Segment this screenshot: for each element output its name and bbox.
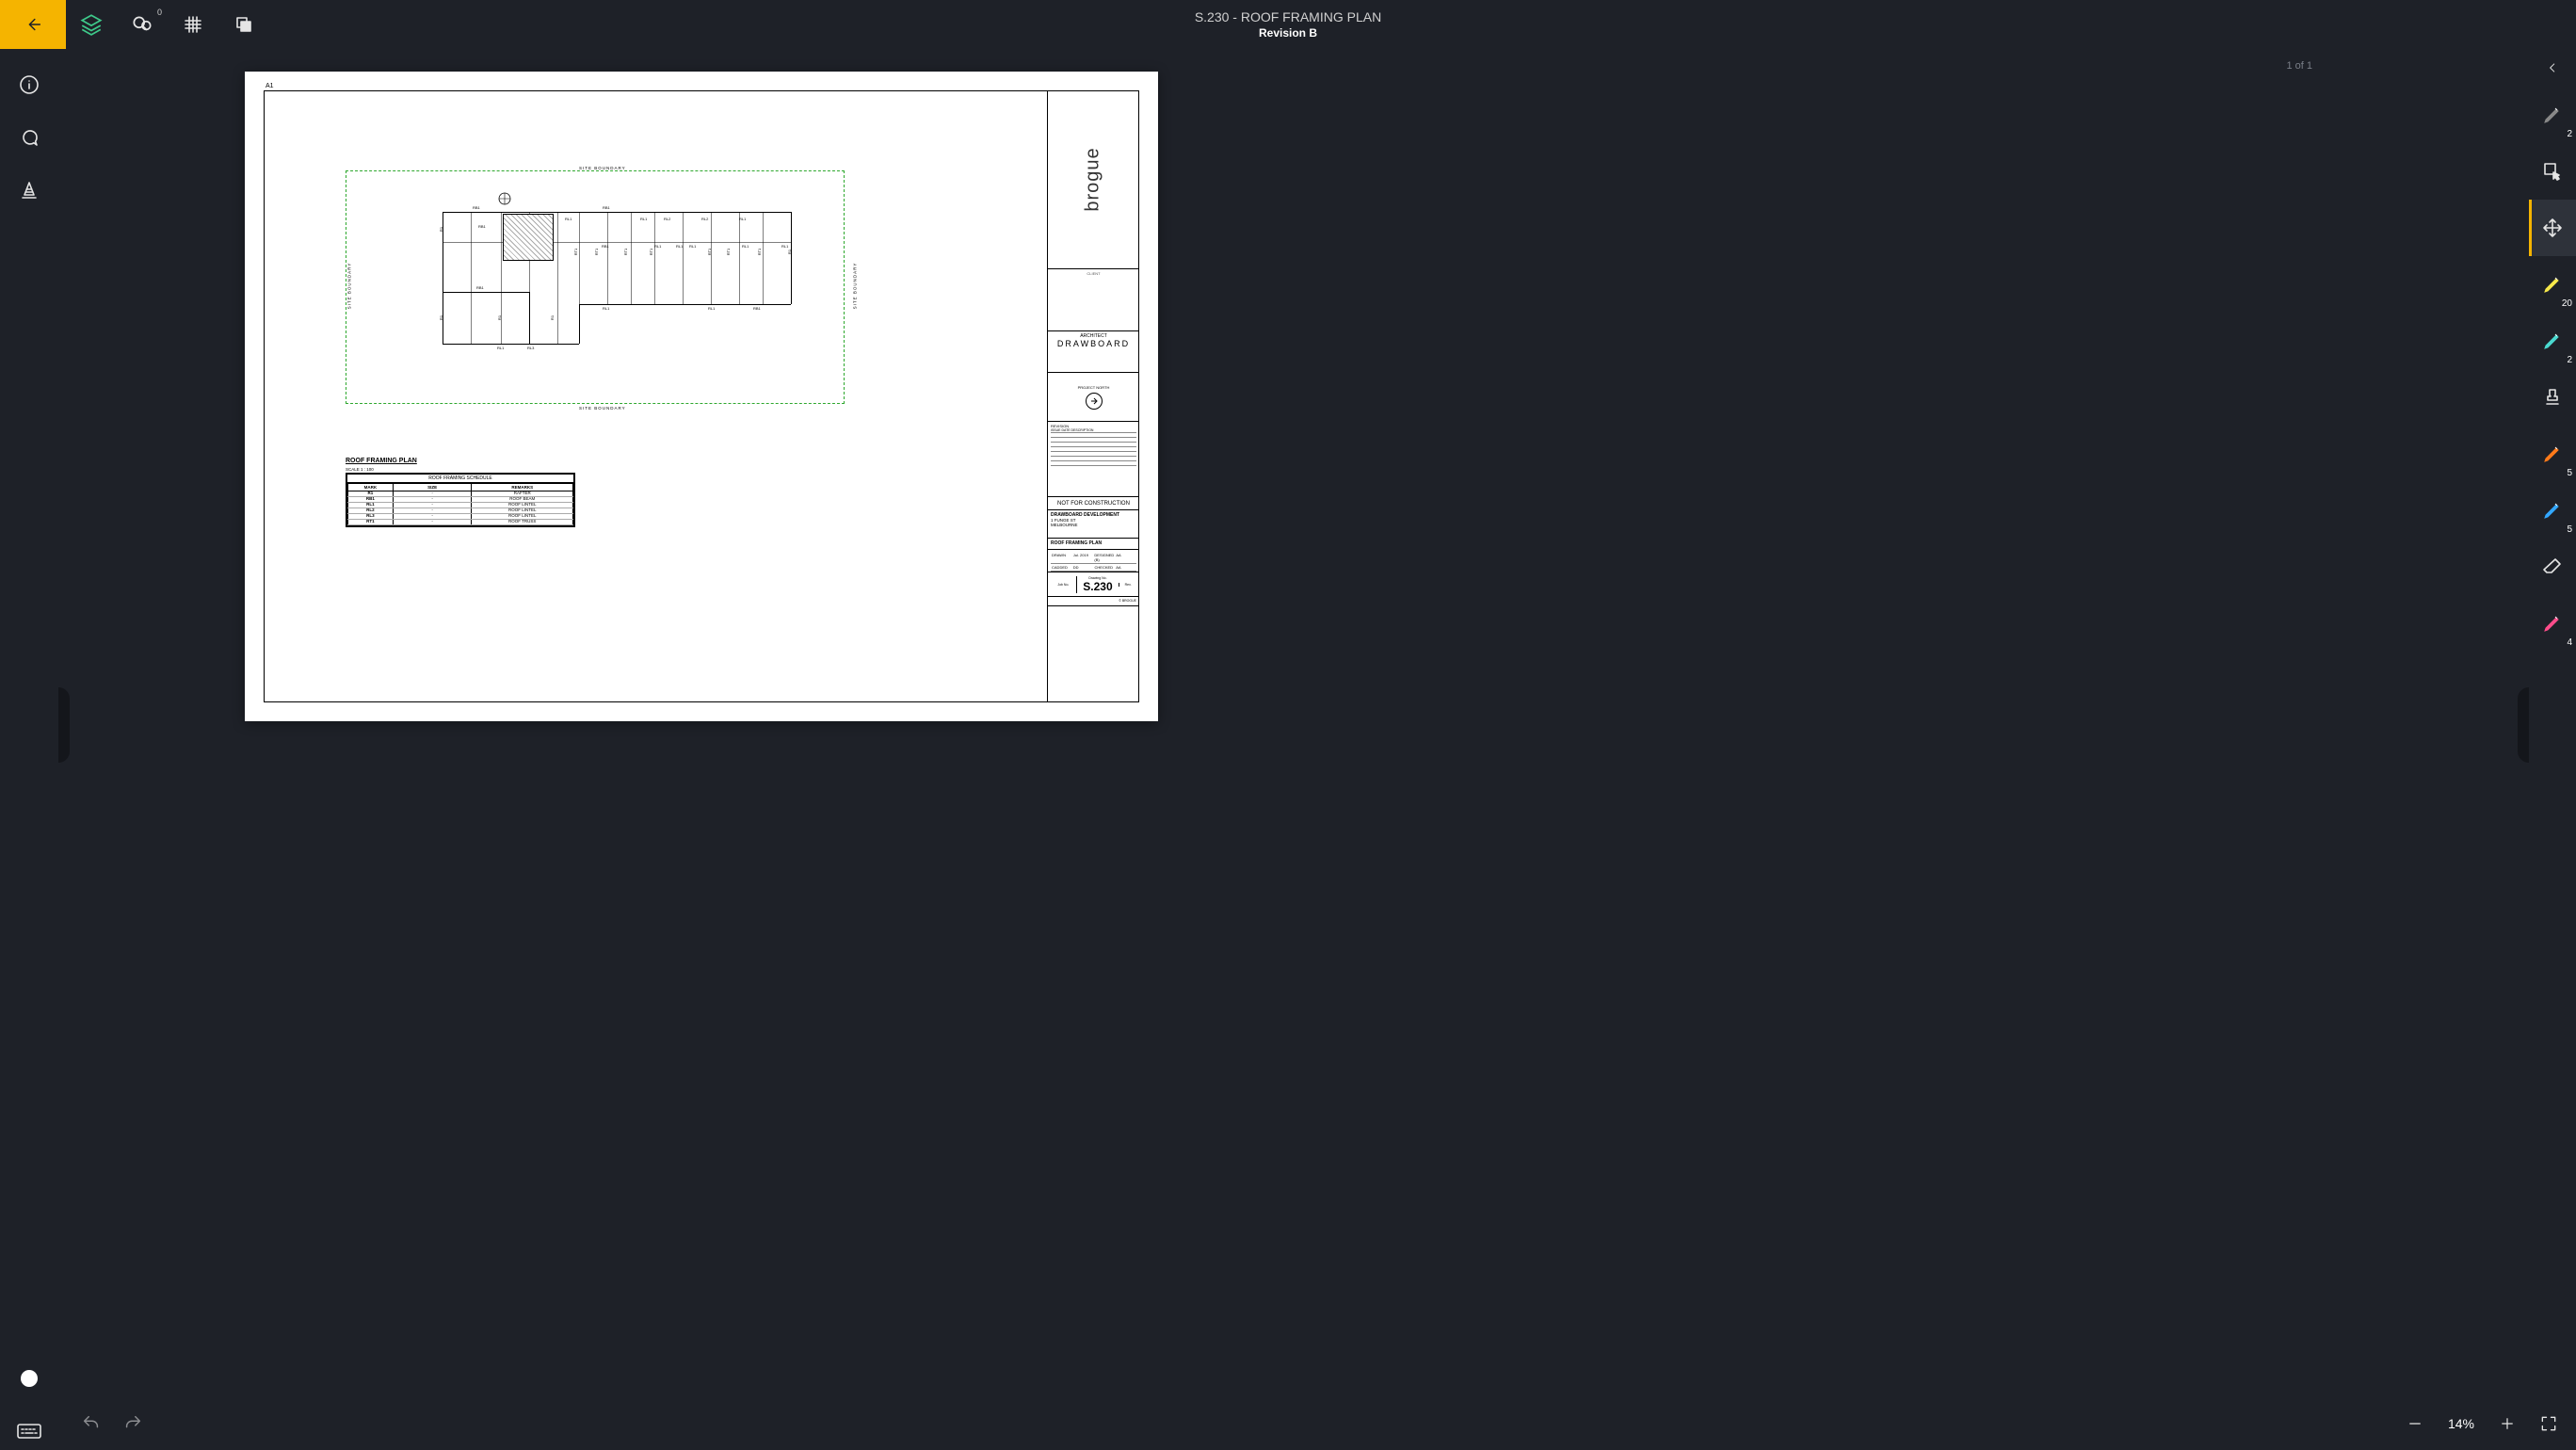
top-toolbar: 0: [66, 0, 269, 49]
table-row: RT1-ROOF TRUSS: [348, 519, 573, 524]
zoom-out-button[interactable]: [2401, 1410, 2429, 1438]
expand-icon: [2539, 1414, 2558, 1433]
dot-icon: [21, 1370, 38, 1387]
undo-button[interactable]: [75, 1408, 107, 1440]
pen-icon: [2541, 612, 2564, 635]
sheet-number: S.230: [1077, 580, 1119, 593]
grid-button[interactable]: [168, 0, 218, 49]
left-rail: [0, 49, 58, 1450]
engineer-logo: brogue: [1083, 147, 1104, 211]
tool-count: 5: [2567, 524, 2572, 535]
cursor-rect-icon: [2541, 160, 2564, 183]
tool-count: 2: [2567, 355, 2572, 365]
left-edge-handle[interactable]: [58, 687, 70, 763]
tool-move[interactable]: [2529, 200, 2576, 256]
pen-icon: [2541, 104, 2564, 126]
keyboard-button[interactable]: [10, 1412, 48, 1450]
tool-count: 5: [2567, 468, 2572, 478]
north-arrow-icon: [1086, 393, 1103, 410]
tool-pen-pink[interactable]: 4: [2529, 595, 2576, 652]
minus-icon: [2407, 1415, 2423, 1432]
keyboard-icon: [17, 1422, 41, 1441]
title-block: brogue CLIENT ARCHITECT DRAWBOARD PROJEC…: [1047, 90, 1139, 702]
pen-icon: [2541, 273, 2564, 296]
back-button[interactable]: [0, 0, 66, 49]
search-issues-button[interactable]: 0: [117, 0, 168, 49]
tool-count: 2: [2567, 129, 2572, 139]
search-bubbles-icon: [130, 12, 154, 37]
stamp-icon: [2541, 386, 2564, 409]
layers-button[interactable]: [66, 0, 117, 49]
plan-scale: SCALE 1 : 100: [346, 467, 374, 472]
titlebar: S.230 - ROOF FRAMING PLAN Revision B: [0, 0, 2576, 49]
move-icon: [2541, 217, 2564, 239]
tool-pen-blue[interactable]: 5: [2529, 482, 2576, 539]
record-button[interactable]: [10, 1360, 48, 1397]
tool-pen-orange[interactable]: 5: [2529, 426, 2576, 482]
fit-screen-button[interactable]: [2535, 1410, 2563, 1438]
sheet-size-tag: A1: [266, 83, 274, 89]
redo-icon: [122, 1413, 143, 1434]
section-callout-icon: [497, 191, 512, 206]
plus-icon: [2499, 1415, 2516, 1432]
roof-plan: RB1 RB1 RL1 RL1 RL2 RL2 RL1 RB1 RB1 RL1 …: [443, 193, 810, 367]
tool-count: 20: [2562, 298, 2572, 309]
pen-icon: [2541, 443, 2564, 465]
comments-button[interactable]: [10, 119, 48, 156]
grid-icon: [182, 13, 204, 36]
pen-icon: [2541, 330, 2564, 352]
pen-icon: [2541, 499, 2564, 522]
overlay-icon: [233, 13, 255, 36]
zoom-bar: 14%: [2401, 1407, 2563, 1441]
undo-icon: [81, 1413, 102, 1434]
document-revision: Revision B: [1259, 26, 1317, 40]
not-for-construction: NOT FOR CONSTRUCTION: [1048, 497, 1139, 510]
drawing-canvas[interactable]: A1 SITE BOUNDARY SITE BOUNDARY SITE BOUN…: [245, 72, 1158, 721]
eraser-icon: [2541, 556, 2564, 578]
architect-name: DRAWBOARD: [1051, 339, 1136, 348]
info-icon: [18, 73, 40, 96]
plan-title: ROOF FRAMING PLAN: [346, 458, 417, 464]
sb-label-left: SITE BOUNDARY: [346, 263, 351, 310]
tool-count: 4: [2567, 637, 2572, 648]
right-edge-handle[interactable]: [2518, 687, 2529, 763]
collapse-rail-button[interactable]: [2529, 49, 2576, 87]
sb-label-right: SITE BOUNDARY: [852, 263, 857, 310]
roof-framing-schedule: ROOF FRAMING SCHEDULE MARK SIZE REMARKS …: [346, 473, 575, 527]
right-tool-rail: 2 20 2 5 5 4: [2529, 49, 2576, 1401]
tool-eraser[interactable]: [2529, 539, 2576, 595]
arrow-left-icon: [23, 14, 43, 35]
schedule-title: ROOF FRAMING SCHEDULE: [347, 475, 573, 483]
undo-redo-bar: [75, 1407, 149, 1441]
title-block-meta: DRAWNJul. 2019DESIGNED (B)AACADDEDDDCHEC…: [1048, 550, 1139, 572]
info-button[interactable]: [10, 66, 48, 104]
tool-pen-grey[interactable]: 2: [2529, 87, 2576, 143]
redo-button[interactable]: [117, 1408, 149, 1440]
chevron-left-icon: [2546, 61, 2559, 74]
tool-stamp[interactable]: [2529, 369, 2576, 426]
zoom-in-button[interactable]: [2493, 1410, 2521, 1438]
overlay-button[interactable]: [218, 0, 269, 49]
tool-select[interactable]: [2529, 143, 2576, 200]
chat-icon: [18, 126, 40, 149]
search-badge: 0: [157, 8, 162, 17]
issues-button[interactable]: [10, 171, 48, 209]
sb-label-bottom: SITE BOUNDARY: [579, 406, 626, 411]
layers-icon: [79, 12, 104, 37]
tool-hl-cyan[interactable]: 2: [2529, 313, 2576, 369]
document-title: S.230 - ROOF FRAMING PLAN: [1195, 9, 1381, 24]
page-indicator: 1 of 1: [2286, 60, 2312, 72]
tool-hl-yellow[interactable]: 20: [2529, 256, 2576, 313]
sb-label-top: SITE BOUNDARY: [579, 166, 626, 170]
cone-icon: [18, 179, 40, 201]
zoom-level: 14%: [2442, 1416, 2480, 1431]
